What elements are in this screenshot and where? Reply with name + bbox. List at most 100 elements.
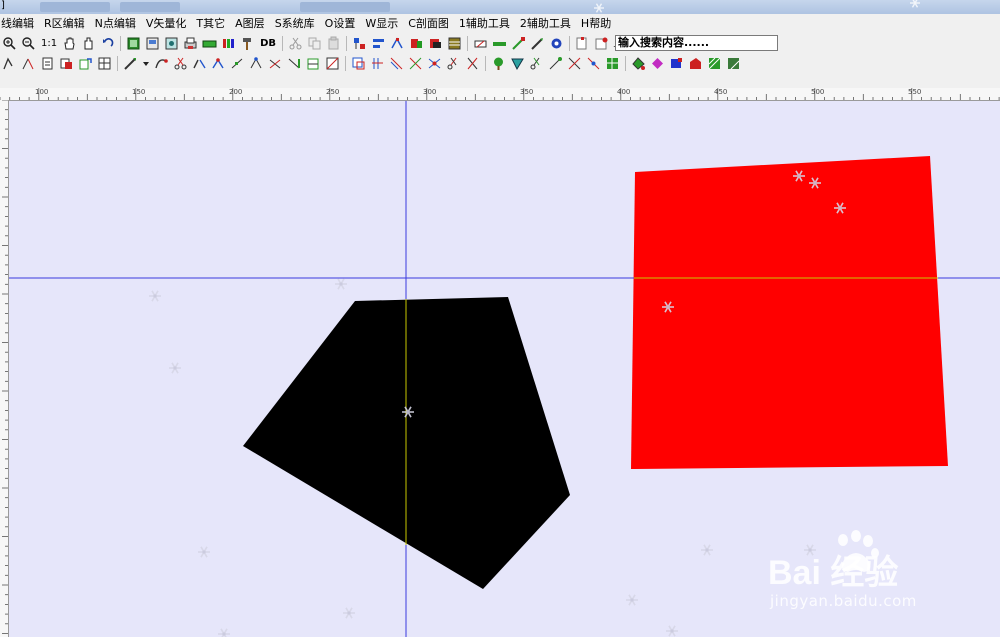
dropdown-arrow-icon[interactable] bbox=[142, 56, 150, 71]
menu-aux-tools-2[interactable]: 2辅助工具 bbox=[515, 14, 576, 33]
toolbar-separator bbox=[346, 35, 348, 51]
region-cut-icon[interactable] bbox=[370, 56, 385, 71]
menu-profile[interactable]: C剖面图 bbox=[403, 14, 454, 33]
menu-aux-tools-1[interactable]: 1辅助工具 bbox=[454, 14, 515, 33]
snowflake-icon bbox=[197, 545, 211, 559]
zoom-actual-button[interactable]: 1:1 bbox=[41, 38, 57, 49]
toolbar-separator bbox=[117, 55, 118, 71]
point-grid-icon[interactable] bbox=[605, 56, 620, 71]
toolbar-separator bbox=[120, 35, 122, 51]
brush-icon[interactable] bbox=[549, 36, 564, 51]
tree-green-icon[interactable] bbox=[491, 56, 506, 71]
ruler-label: 400 bbox=[617, 88, 631, 96]
distance-icon[interactable] bbox=[492, 36, 507, 51]
join-line-icon[interactable] bbox=[211, 56, 226, 71]
menu-system-lib[interactable]: S系统库 bbox=[270, 14, 320, 33]
undo-icon[interactable] bbox=[100, 36, 115, 51]
node-move-icon[interactable] bbox=[230, 56, 245, 71]
toolbar-separator bbox=[345, 55, 346, 71]
layer-window-icon[interactable] bbox=[126, 36, 141, 51]
cross-cut-icon[interactable] bbox=[408, 56, 423, 71]
copy-line-icon[interactable] bbox=[59, 56, 74, 71]
palette-icon[interactable] bbox=[221, 36, 236, 51]
draw-line-icon[interactable] bbox=[511, 36, 526, 51]
toolbar-separator bbox=[569, 35, 571, 51]
net-line-icon[interactable] bbox=[306, 56, 321, 71]
region-edit-icon[interactable] bbox=[428, 36, 443, 51]
menu-settings[interactable]: O设置 bbox=[320, 14, 361, 33]
snowflake-icon bbox=[148, 289, 162, 303]
snowflake-icon bbox=[334, 277, 348, 291]
point-cut-icon[interactable] bbox=[529, 56, 544, 71]
split-line-icon[interactable] bbox=[21, 56, 36, 71]
break-line-icon[interactable] bbox=[192, 56, 207, 71]
region-select-icon[interactable] bbox=[351, 56, 366, 71]
menu-bar: 线编辑 R区编辑 N点编辑 V矢量化 T其它 A图层 S系统库 O设置 W显示 … bbox=[0, 14, 1000, 34]
region-split-icon[interactable] bbox=[465, 56, 480, 71]
cut-icon[interactable] bbox=[288, 36, 303, 51]
node-add-icon[interactable] bbox=[249, 56, 264, 71]
grid-line-icon[interactable] bbox=[97, 56, 112, 71]
main-toolbar: 1:1 DB P A+ bbox=[0, 33, 1000, 53]
line-tool-icon[interactable] bbox=[2, 56, 17, 71]
move-line-icon[interactable] bbox=[78, 56, 93, 71]
menu-display[interactable]: W显示 bbox=[360, 14, 403, 33]
layer-stack-icon[interactable] bbox=[447, 36, 462, 51]
pan-hand-icon[interactable] bbox=[62, 36, 77, 51]
taskbar-tab[interactable] bbox=[40, 2, 110, 12]
window-icon[interactable] bbox=[145, 36, 160, 51]
insert-point-icon[interactable] bbox=[575, 36, 590, 51]
measure-icon[interactable] bbox=[473, 36, 488, 51]
menu-vectorize[interactable]: V矢量化 bbox=[141, 14, 192, 33]
paint-bucket-icon[interactable] bbox=[631, 56, 646, 71]
taskbar-tab[interactable] bbox=[120, 2, 180, 12]
node-edit-icon[interactable] bbox=[390, 36, 405, 51]
merge-region-icon[interactable] bbox=[427, 56, 442, 71]
scissors-icon[interactable] bbox=[173, 56, 188, 71]
menu-help[interactable]: H帮助 bbox=[576, 14, 616, 33]
fill-blue-icon[interactable] bbox=[669, 56, 684, 71]
zoom-out-icon[interactable] bbox=[21, 36, 36, 51]
taskbar-tab[interactable] bbox=[300, 2, 390, 12]
annotate-icon[interactable] bbox=[594, 36, 609, 51]
point-cross-icon[interactable] bbox=[567, 56, 582, 71]
menu-other[interactable]: T其它 bbox=[191, 14, 230, 33]
fill-region-icon[interactable] bbox=[409, 36, 424, 51]
display-icon[interactable] bbox=[164, 36, 179, 51]
diamond-icon[interactable] bbox=[650, 56, 665, 71]
pattern-fill-icon[interactable] bbox=[726, 56, 741, 71]
snowflake-icon bbox=[342, 606, 356, 620]
extend-icon[interactable] bbox=[287, 56, 302, 71]
diag-cut-icon[interactable] bbox=[389, 56, 404, 71]
hammer-icon[interactable] bbox=[240, 36, 255, 51]
zoom-in-icon[interactable] bbox=[2, 36, 17, 51]
snap-icon[interactable] bbox=[268, 56, 283, 71]
menu-region-edit[interactable]: R区编辑 bbox=[39, 14, 90, 33]
print-icon[interactable] bbox=[183, 36, 198, 51]
paste-icon[interactable] bbox=[326, 36, 341, 51]
snowflake-icon bbox=[168, 361, 182, 375]
ruler-icon[interactable] bbox=[202, 36, 217, 51]
database-button[interactable]: DB bbox=[260, 38, 276, 49]
red-quadrilateral-shape[interactable] bbox=[631, 156, 948, 469]
menu-point-edit[interactable]: N点编辑 bbox=[90, 14, 141, 33]
curve-icon[interactable] bbox=[154, 56, 169, 71]
pen-icon[interactable] bbox=[530, 36, 545, 51]
copy-icon[interactable] bbox=[307, 36, 322, 51]
select-icon[interactable] bbox=[352, 36, 367, 51]
toolbar-separator bbox=[467, 35, 469, 51]
doc-line-icon[interactable] bbox=[40, 56, 55, 71]
menu-line-edit[interactable]: 线编辑 bbox=[0, 14, 39, 33]
point-line-icon[interactable] bbox=[548, 56, 563, 71]
fill-red-icon[interactable] bbox=[688, 56, 703, 71]
grab-hand-icon[interactable] bbox=[81, 36, 96, 51]
draw-pen-icon[interactable] bbox=[123, 56, 138, 71]
reshape-icon[interactable] bbox=[325, 56, 340, 71]
align-icon[interactable] bbox=[371, 36, 386, 51]
point-delete-icon[interactable] bbox=[586, 56, 601, 71]
edit-point-icon[interactable] bbox=[510, 56, 525, 71]
menu-layers[interactable]: A图层 bbox=[230, 14, 270, 33]
search-input[interactable] bbox=[615, 35, 778, 51]
hatch-fill-icon[interactable] bbox=[707, 56, 722, 71]
region-scissor-icon[interactable] bbox=[446, 56, 461, 71]
